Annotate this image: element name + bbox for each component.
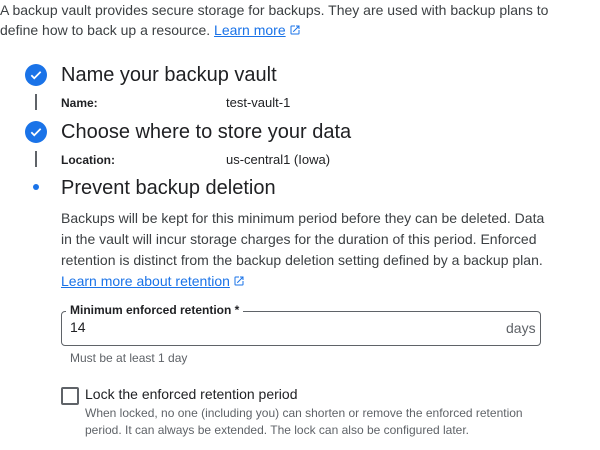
retention-description-text: Backups will be kept for this minimum pe… (61, 210, 545, 268)
learn-more-retention-label: Learn more about retention (61, 273, 230, 289)
minimum-retention-label: Minimum enforced retention * (66, 303, 244, 317)
step-complete-icon (25, 121, 47, 143)
open-in-new-icon (234, 276, 244, 286)
check-icon (30, 128, 42, 137)
dot-icon (33, 184, 39, 190)
lock-retention-checkbox[interactable] (61, 387, 79, 405)
check-icon (30, 71, 42, 80)
step-2-title: Choose where to store your data (61, 121, 352, 143)
retention-description: Backups will be kept for this minimum pe… (61, 208, 551, 292)
step-connector (35, 94, 37, 110)
learn-more-retention-link[interactable]: Learn more about retention (61, 273, 245, 289)
step-connector (35, 151, 37, 167)
learn-more-link[interactable]: Learn more (214, 22, 301, 38)
intro-text: A backup vault provides secure storage f… (0, 0, 590, 40)
location-value: us-central1 (Iowa) (226, 152, 331, 167)
step-1-title: Name your backup vault (61, 64, 277, 86)
lock-retention-label[interactable]: Lock the enforced retention period (85, 386, 297, 402)
name-label: Name: (61, 96, 98, 110)
open-in-new-icon (290, 25, 300, 35)
name-value: test-vault-1 (226, 95, 291, 110)
location-label: Location: (61, 153, 115, 167)
retention-unit-suffix: days (506, 320, 536, 336)
lock-retention-description: When locked, no one (including you) can … (85, 406, 523, 437)
retention-hint: Must be at least 1 day (70, 351, 188, 365)
minimum-retention-value[interactable]: 14 (70, 319, 86, 335)
step-complete-icon (25, 64, 47, 86)
step-3-title: Prevent backup deletion (61, 177, 276, 199)
learn-more-label: Learn more (214, 22, 286, 38)
